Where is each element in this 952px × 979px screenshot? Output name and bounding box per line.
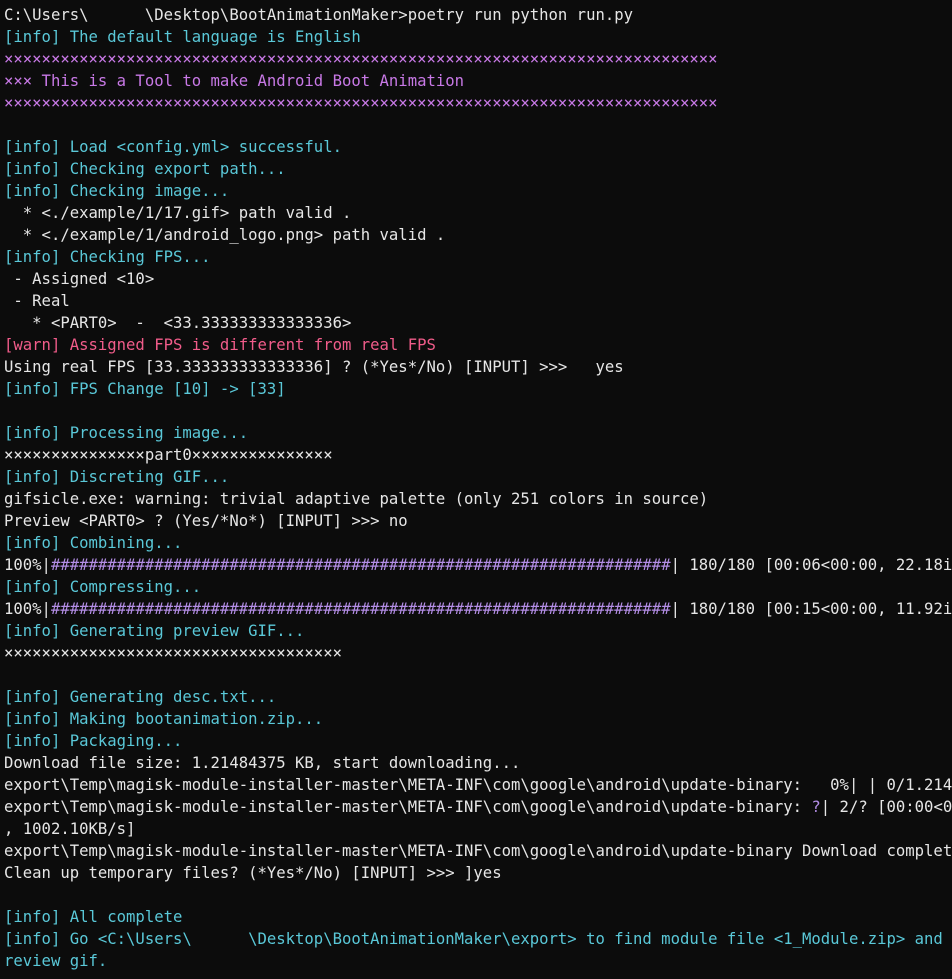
terminal-line: ××× This is a Tool to make Android Boot … <box>4 70 952 92</box>
terminal-line: - Assigned <10> <box>4 268 952 290</box>
terminal-text: [warn] Assigned FPS is different from re… <box>4 336 436 354</box>
progress-bar-fill: ? <box>811 798 821 816</box>
terminal-text: [info] Processing image... <box>4 424 249 442</box>
terminal-line: Clean up temporary files? (*Yes*/No) [IN… <box>4 862 952 884</box>
terminal-line: [warn] Assigned FPS is different from re… <box>4 334 952 356</box>
terminal-line: ××××××××××××××××××××××××××××××××××××××××… <box>4 48 952 70</box>
terminal-line: 100%|###################################… <box>4 598 952 620</box>
terminal-text: 100%| <box>4 600 51 618</box>
terminal-text: ×××××××××××××××part0××××××××××××××× <box>4 446 333 464</box>
terminal-text: * <PART0> - <33.333333333333336> <box>4 314 352 332</box>
terminal-line: [info] Combining... <box>4 532 952 554</box>
terminal-text: , 1002.10KB/s] <box>4 820 136 838</box>
terminal-line: gifsicle.exe: warning: trivial adaptive … <box>4 488 952 510</box>
terminal-text: export\Temp\magisk-module-installer-mast… <box>4 842 952 860</box>
terminal-line: [info] Load <config.yml> successful. <box>4 136 952 158</box>
terminal-line: [info] Discreting GIF... <box>4 466 952 488</box>
progress-bar-fill: ########################################… <box>50 556 671 574</box>
terminal-line: [info] Generating desc.txt... <box>4 686 952 708</box>
terminal-line: [info] Checking FPS... <box>4 246 952 268</box>
terminal-window[interactable]: C:\Users\ \Desktop\BootAnimationMaker>po… <box>0 0 952 979</box>
terminal-text: [info] Compressing... <box>4 578 202 596</box>
terminal-text: ×××××××××××××××××××××××××××××××××××× <box>4 644 342 662</box>
terminal-text: Clean up temporary files? (*Yes*/No) [IN… <box>4 864 502 882</box>
terminal-line: [info] Generating preview GIF... <box>4 620 952 642</box>
terminal-text: Preview <PART0> ? (Yes/*No*) [INPUT] >>>… <box>4 512 408 530</box>
terminal-text: [info] Checking FPS... <box>4 248 211 266</box>
terminal-text: [info] All complete <box>4 908 183 926</box>
terminal-text: * <./example/1/17.gif> path valid . <box>4 204 352 222</box>
terminal-text: export\Temp\magisk-module-installer-mast… <box>4 798 812 816</box>
terminal-text: [info] Checking export path... <box>4 160 286 178</box>
terminal-line: Preview <PART0> ? (Yes/*No*) [INPUT] >>>… <box>4 510 952 532</box>
terminal-text: [info] FPS Change [10] -> [33] <box>4 380 286 398</box>
terminal-text: gifsicle.exe: warning: trivial adaptive … <box>4 490 709 508</box>
terminal-text: [info] Discreting GIF... <box>4 468 230 486</box>
terminal-text: ××××××××××××××××××××××××××××××××××××××××… <box>4 50 718 68</box>
terminal-line: [info] Checking export path... <box>4 158 952 180</box>
terminal-line: [info] Checking image... <box>4 180 952 202</box>
terminal-text: [info] Generating preview GIF... <box>4 622 305 640</box>
progress-bar-fill: ########################################… <box>50 600 671 618</box>
terminal-text: ××××××××××××××××××××××××××××××××××××××××… <box>4 94 718 112</box>
terminal-text: - Assigned <10> <box>4 270 155 288</box>
terminal-line: - Real <box>4 290 952 312</box>
terminal-text: 100%| <box>4 556 51 574</box>
terminal-line: export\Temp\magisk-module-installer-mast… <box>4 840 952 862</box>
terminal-line: review gif. <box>4 950 952 972</box>
terminal-line: 100%|###################################… <box>4 554 952 576</box>
terminal-text: [info] Load <config.yml> successful. <box>4 138 342 156</box>
terminal-text: Using real FPS [33.333333333333336] ? (*… <box>4 358 624 376</box>
terminal-line: [info] Packaging... <box>4 730 952 752</box>
terminal-line: [info] Making bootanimation.zip... <box>4 708 952 730</box>
terminal-text: C:\Users\ \Desktop\BootAnimationMaker>po… <box>4 6 634 24</box>
terminal-text: [info] Making bootanimation.zip... <box>4 710 324 728</box>
terminal-line: [info] All complete <box>4 906 952 928</box>
terminal-text: [info] Go <C:\Users\ \Desktop\BootAnimat… <box>4 930 952 948</box>
terminal-text: | 180/180 [00:06<00:00, 22.18it/s] <box>670 556 952 574</box>
terminal-line: [info] Processing image... <box>4 422 952 444</box>
terminal-text: [info] Combining... <box>4 534 183 552</box>
terminal-line: [info] The default language is English <box>4 26 952 48</box>
terminal-line: [info] Compressing... <box>4 576 952 598</box>
terminal-text: [info] Checking image... <box>4 182 230 200</box>
terminal-line: [info] Go <C:\Users\ \Desktop\BootAnimat… <box>4 928 952 950</box>
terminal-text: ××× This is a Tool to make Android Boot … <box>4 72 465 90</box>
terminal-text: review gif. <box>4 952 108 970</box>
terminal-line: export\Temp\magisk-module-installer-mast… <box>4 774 952 796</box>
terminal-text: [info] Generating desc.txt... <box>4 688 277 706</box>
terminal-line: C:\Users\ \Desktop\BootAnimationMaker>po… <box>4 4 952 26</box>
terminal-text: * <./example/1/android_logo.png> path va… <box>4 226 446 244</box>
terminal-text: | 180/180 [00:15<00:00, 11.92it/s] <box>670 600 952 618</box>
terminal-line: [info] FPS Change [10] -> [33] <box>4 378 952 400</box>
terminal-text: | 2/? [00:00<00:00 <box>820 798 952 816</box>
terminal-line: export\Temp\magisk-module-installer-mast… <box>4 796 952 818</box>
terminal-line: * <./example/1/android_logo.png> path va… <box>4 224 952 246</box>
terminal-line: ××××××××××××××××××××××××××××××××××××××××… <box>4 92 952 114</box>
terminal-text: - Real <box>4 292 70 310</box>
terminal-line: Using real FPS [33.333333333333336] ? (*… <box>4 356 952 378</box>
terminal-line: , 1002.10KB/s] <box>4 818 952 840</box>
terminal-line: Download file size: 1.21484375 KB, start… <box>4 752 952 774</box>
terminal-text: [info] The default language is English <box>4 28 361 46</box>
terminal-line: * <./example/1/17.gif> path valid . <box>4 202 952 224</box>
terminal-text: [info] Packaging... <box>4 732 183 750</box>
terminal-text: Download file size: 1.21484375 KB, start… <box>4 754 521 772</box>
terminal-line: * <PART0> - <33.333333333333336> <box>4 312 952 334</box>
terminal-line: ×××××××××××××××part0××××××××××××××× <box>4 444 952 466</box>
terminal-line: ×××××××××××××××××××××××××××××××××××× <box>4 642 952 664</box>
terminal-text: export\Temp\magisk-module-installer-mast… <box>4 776 952 794</box>
